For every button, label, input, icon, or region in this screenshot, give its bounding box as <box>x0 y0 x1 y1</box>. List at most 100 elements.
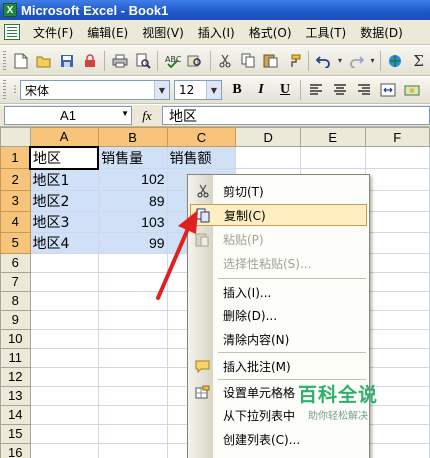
row-header[interactable]: 5 <box>0 231 31 254</box>
menu-item-paste[interactable]: 粘贴(P) <box>190 228 367 250</box>
row-header[interactable]: 16 <box>0 442 31 458</box>
cell[interactable] <box>29 404 99 425</box>
cell-f2[interactable] <box>364 168 430 191</box>
row-header[interactable]: 3 <box>0 189 31 212</box>
menu-item-paste-special[interactable]: 选择性粘贴(S)... <box>190 252 367 274</box>
cell-a3[interactable]: 地区2 <box>29 189 99 212</box>
cell-f3[interactable] <box>364 189 430 212</box>
cell[interactable] <box>364 347 430 368</box>
cell-a2[interactable]: 地区1 <box>29 168 99 191</box>
italic-button[interactable]: I <box>250 79 272 101</box>
cell-b1[interactable]: 销售量 <box>97 146 168 169</box>
cell[interactable] <box>97 309 168 330</box>
cell-a5[interactable]: 地区4 <box>29 231 99 254</box>
cell[interactable] <box>29 309 99 330</box>
excel-app-icon[interactable]: X <box>3 3 17 17</box>
menu-tools[interactable]: 工具(T) <box>299 24 354 41</box>
cell[interactable] <box>97 442 168 458</box>
cell[interactable] <box>364 442 430 458</box>
cell[interactable] <box>29 328 99 349</box>
column-header-e[interactable]: E <box>299 127 366 147</box>
row-header[interactable]: 7 <box>0 271 31 292</box>
menu-item-insert[interactable]: 插入(I)... <box>190 281 367 303</box>
align-right-icon[interactable] <box>353 79 375 101</box>
menu-item-cut[interactable]: 剪切(T) <box>190 180 367 202</box>
permission-icon[interactable] <box>80 50 101 72</box>
cell-d1[interactable] <box>235 146 301 169</box>
redo-dropdown-icon[interactable]: ▾ <box>369 50 377 72</box>
chevron-down-icon[interactable]: ▼ <box>154 81 169 99</box>
cell-e1[interactable] <box>299 146 366 169</box>
row-header[interactable]: 6 <box>0 252 31 273</box>
autosum-icon[interactable]: Σ <box>408 50 429 72</box>
cell[interactable] <box>29 290 99 311</box>
workbook-icon[interactable] <box>4 24 20 40</box>
paste-icon[interactable] <box>261 50 282 72</box>
undo-icon[interactable] <box>313 50 334 72</box>
research-icon[interactable] <box>185 50 206 72</box>
cell-c1[interactable]: 销售额 <box>166 146 237 169</box>
toolbar-grip[interactable] <box>3 80 6 100</box>
align-center-icon[interactable] <box>329 79 351 101</box>
print-icon[interactable] <box>109 50 130 72</box>
menu-item-delete[interactable]: 删除(D)... <box>190 304 367 326</box>
cell-a1[interactable]: 地区 <box>29 145 100 170</box>
cell[interactable] <box>97 347 168 368</box>
menu-edit[interactable]: 编辑(E) <box>80 24 135 41</box>
hyperlink-icon[interactable] <box>385 50 406 72</box>
cell[interactable] <box>97 423 168 444</box>
font-name-select[interactable]: 宋体 ▼ <box>20 80 170 100</box>
toolbar-grip[interactable] <box>3 50 6 71</box>
cell[interactable] <box>97 328 168 349</box>
column-header-d[interactable]: D <box>235 127 301 147</box>
menu-data[interactable]: 数据(D) <box>353 24 410 41</box>
menu-item-insert-comment[interactable]: 插入批注(M) <box>190 355 367 377</box>
font-size-select[interactable]: 12 ▼ <box>174 80 222 100</box>
cell-f4[interactable] <box>364 210 430 233</box>
cut-icon[interactable] <box>215 50 236 72</box>
menu-view[interactable]: 视图(V) <box>135 24 191 41</box>
row-header[interactable]: 12 <box>0 366 31 387</box>
row-header[interactable]: 10 <box>0 328 31 349</box>
undo-dropdown-icon[interactable]: ▾ <box>336 50 344 72</box>
underline-button[interactable]: U <box>274 79 296 101</box>
cell[interactable] <box>29 442 99 458</box>
bold-button[interactable]: B <box>226 79 248 101</box>
name-box[interactable]: A1 ▼ <box>4 106 132 125</box>
menu-item-clear-contents[interactable]: 清除内容(N) <box>190 328 367 350</box>
cell[interactable] <box>364 252 430 273</box>
cell[interactable] <box>364 290 430 311</box>
copy-icon[interactable] <box>238 50 259 72</box>
cell[interactable] <box>29 252 99 273</box>
merge-center-icon[interactable] <box>377 79 399 101</box>
toolbar-options-icon[interactable]: ⋮ <box>11 79 20 101</box>
print-preview-icon[interactable] <box>132 50 153 72</box>
format-painter-icon[interactable] <box>284 50 305 72</box>
chevron-down-icon[interactable]: ▼ <box>206 81 221 99</box>
cell[interactable] <box>97 385 168 406</box>
row-header[interactable]: 15 <box>0 423 31 444</box>
row-header[interactable]: 11 <box>0 347 31 368</box>
row-header[interactable]: 14 <box>0 404 31 425</box>
row-header[interactable]: 13 <box>0 385 31 406</box>
select-all-corner[interactable] <box>0 127 31 147</box>
cell[interactable] <box>364 309 430 330</box>
open-icon[interactable] <box>34 50 55 72</box>
chevron-down-icon[interactable]: ▼ <box>121 109 129 118</box>
column-header-b[interactable]: B <box>97 127 168 147</box>
cell[interactable] <box>29 366 99 387</box>
cell-f1[interactable] <box>364 146 430 169</box>
formula-input[interactable]: 地区 <box>162 106 430 125</box>
row-header[interactable]: 1 <box>0 146 31 169</box>
row-header[interactable]: 2 <box>0 168 31 191</box>
cell[interactable] <box>29 271 99 292</box>
cell[interactable] <box>364 328 430 349</box>
menu-format[interactable]: 格式(O) <box>242 24 299 41</box>
menu-insert[interactable]: 插入(I) <box>191 24 242 41</box>
redo-icon[interactable] <box>346 50 367 72</box>
row-header[interactable]: 9 <box>0 309 31 330</box>
row-header[interactable]: 8 <box>0 290 31 311</box>
row-header[interactable]: 4 <box>0 210 31 233</box>
column-header-c[interactable]: C <box>166 127 237 147</box>
menu-item-copy[interactable]: 复制(C) <box>190 204 367 226</box>
